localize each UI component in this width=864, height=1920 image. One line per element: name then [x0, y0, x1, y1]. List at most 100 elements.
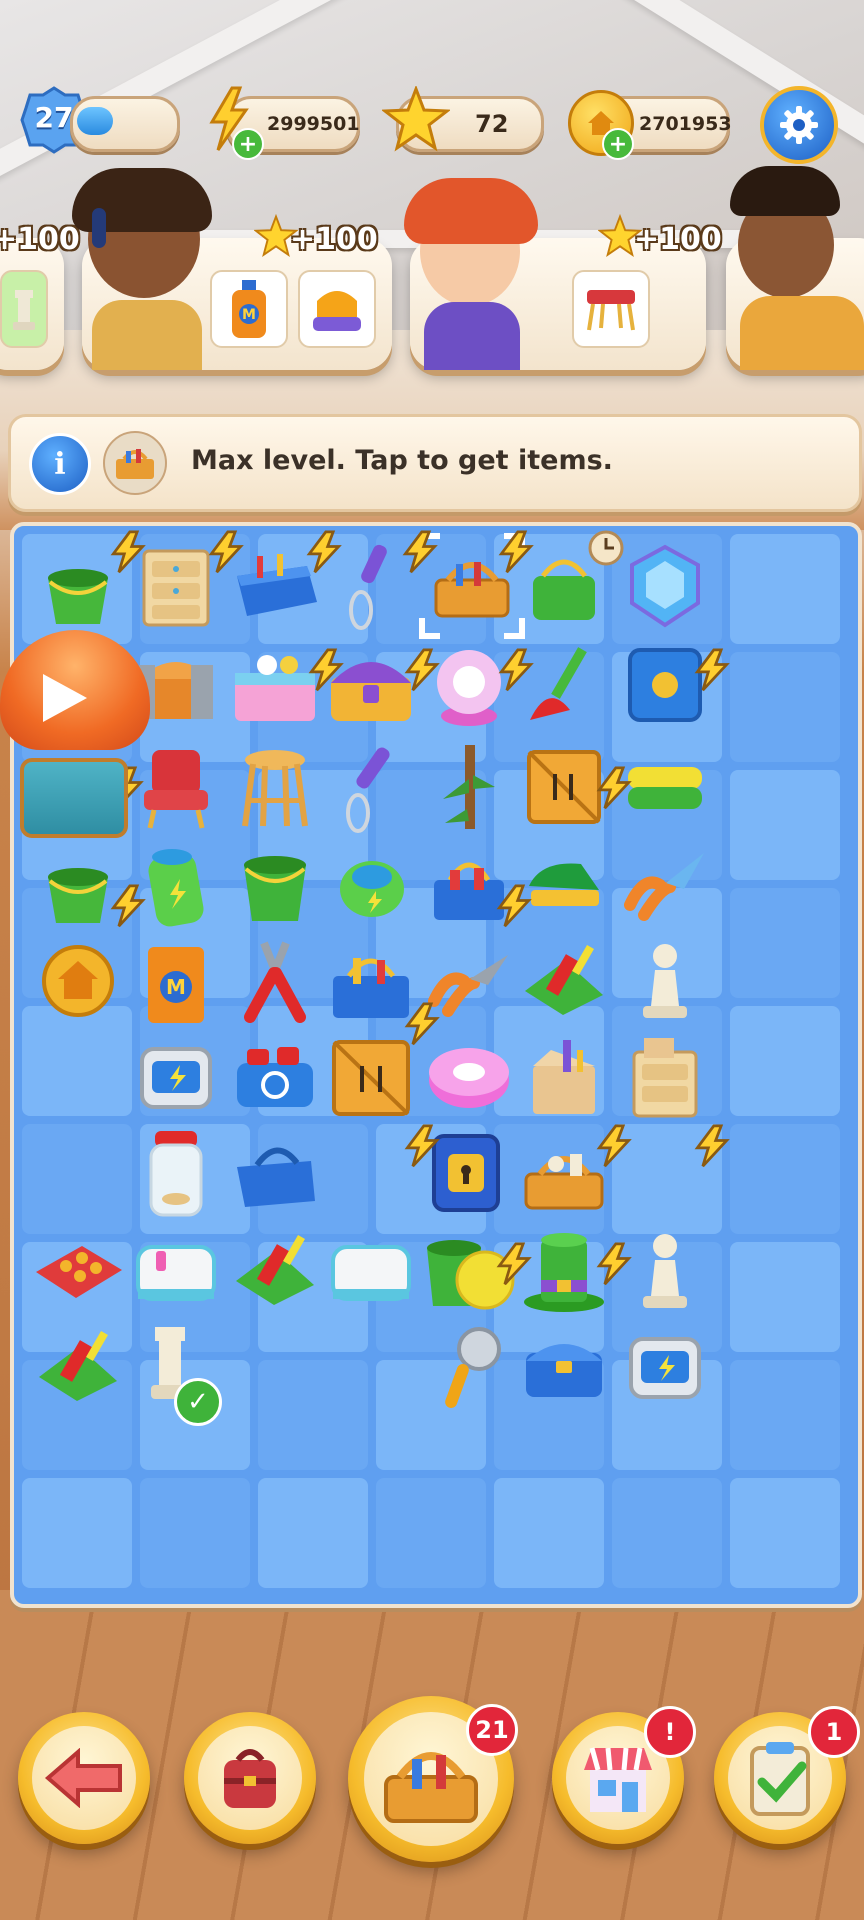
blue-gem-item[interactable]	[610, 536, 720, 636]
board-cell[interactable]	[258, 1478, 368, 1588]
board-cell[interactable]	[22, 1478, 132, 1588]
backpack-icon	[224, 1749, 276, 1808]
level-progress-bar	[70, 96, 180, 152]
lightning-icon	[498, 648, 534, 692]
energy-generator-item[interactable]	[610, 1312, 720, 1422]
house-coin-item[interactable]	[28, 926, 128, 1036]
shop-icon	[584, 1747, 652, 1812]
mixer-item[interactable]	[322, 732, 422, 842]
lightning-icon	[404, 648, 440, 692]
chess-pawn-item[interactable]	[610, 926, 720, 1036]
board-cell[interactable]	[730, 652, 840, 762]
board-cell[interactable]	[730, 888, 840, 998]
lightning-icon	[306, 530, 342, 574]
coin-jar-item[interactable]	[126, 1118, 226, 1228]
energy-generator-item[interactable]	[126, 1022, 226, 1132]
sapling-item[interactable]	[414, 732, 524, 842]
lightning-icon	[596, 766, 632, 810]
dustpan-item[interactable]	[220, 1216, 330, 1326]
board-cell[interactable]	[140, 1478, 250, 1588]
detergent-bag-item[interactable]: M	[126, 926, 226, 1036]
cardboard-cabinet-item[interactable]	[610, 1022, 720, 1132]
order-item-slot	[0, 270, 48, 348]
back-button[interactable]	[18, 1712, 150, 1844]
order-reward-2: +100	[634, 222, 722, 257]
check-icon: ✓	[174, 1378, 222, 1426]
add-coins-button[interactable]: +	[602, 128, 634, 160]
baking-tray-item[interactable]	[28, 1216, 128, 1326]
chess-rook-icon	[13, 290, 35, 330]
detergent-bottle-icon: M	[232, 280, 266, 338]
character-hair-2	[404, 178, 538, 244]
dustpan-item[interactable]	[28, 1312, 128, 1422]
lightning-icon	[402, 530, 438, 574]
toaster-item[interactable]	[316, 1216, 426, 1326]
add-energy-button[interactable]: +	[232, 128, 264, 160]
backpack-button[interactable]	[184, 1712, 316, 1844]
board-cell[interactable]	[258, 1360, 368, 1470]
lightning-icon	[496, 1242, 532, 1286]
lightning-icon	[208, 530, 244, 574]
lightning-icon	[404, 1002, 440, 1046]
board-cell[interactable]	[494, 1478, 604, 1588]
svg-text:M: M	[242, 307, 256, 323]
order-item-slot	[298, 270, 376, 348]
play-icon	[28, 670, 102, 726]
order-item-slot	[572, 270, 650, 348]
stool-icon	[587, 290, 635, 331]
lightning-icon	[110, 530, 146, 574]
tasks-count-badge: 1	[808, 1706, 860, 1758]
energy-cell-item[interactable]	[322, 830, 422, 940]
board-cell[interactable]	[730, 1124, 840, 1234]
character-body-3	[740, 296, 864, 370]
character-body-2	[424, 302, 520, 370]
toaster-item[interactable]	[126, 1216, 226, 1326]
board-cell[interactable]	[730, 1006, 840, 1116]
dustpan-item[interactable]	[514, 926, 614, 1036]
lightning-icon	[596, 1124, 632, 1168]
balloon-ad-button[interactable]	[0, 630, 150, 860]
arrow-left-icon	[44, 1748, 122, 1808]
star-icon	[382, 86, 450, 152]
lightning-icon	[596, 1242, 632, 1286]
recycle-bin-item[interactable]	[220, 1022, 330, 1132]
board-cell[interactable]	[730, 770, 840, 880]
lightning-icon	[496, 884, 532, 928]
pliers-item[interactable]	[220, 926, 330, 1036]
lightning-icon	[694, 648, 730, 692]
order-reward-1: +100	[290, 222, 378, 257]
toolbox-thumbnail	[103, 431, 167, 495]
level-progress-fill	[77, 107, 113, 135]
clipboard-check-icon	[750, 1742, 810, 1816]
green-bucket-item[interactable]	[220, 830, 330, 940]
info-button[interactable]: i	[29, 433, 91, 495]
board-cell[interactable]	[730, 1242, 840, 1352]
board-cell[interactable]	[376, 1478, 486, 1588]
tool-basket-icon	[384, 1752, 478, 1823]
board-cell[interactable]	[730, 1360, 840, 1470]
star-value: 72	[475, 110, 509, 138]
lightning-icon	[498, 530, 534, 574]
info-text: Max level. Tap to get items.	[191, 445, 613, 476]
pruning-shears-item[interactable]	[610, 830, 720, 940]
order-reward-left: +100	[0, 222, 80, 257]
board-cell[interactable]	[612, 1478, 722, 1588]
order-card-left[interactable]	[0, 238, 64, 370]
settings-button[interactable]	[760, 86, 838, 164]
pizza-cutter-item[interactable]	[414, 1312, 524, 1422]
wooden-stool-item[interactable]	[220, 732, 330, 842]
blue-tool-caddy-item[interactable]	[220, 1118, 330, 1228]
lightning-icon	[694, 1124, 730, 1168]
lightning-icon	[308, 648, 344, 692]
character-body-1	[92, 300, 202, 370]
board-cell[interactable]	[730, 1478, 840, 1588]
headphones	[92, 208, 106, 248]
balloon-basket-chest	[20, 758, 128, 838]
board-cell[interactable]	[730, 534, 840, 644]
order-item-slot: M	[210, 270, 288, 348]
jelly-mold-icon	[313, 291, 361, 331]
cardboard-box-tools-item[interactable]	[514, 1022, 614, 1132]
shop-alert-badge: !	[644, 1706, 696, 1758]
info-icon: i	[54, 446, 66, 482]
blue-toolbox-closed-item[interactable]	[514, 1312, 614, 1422]
